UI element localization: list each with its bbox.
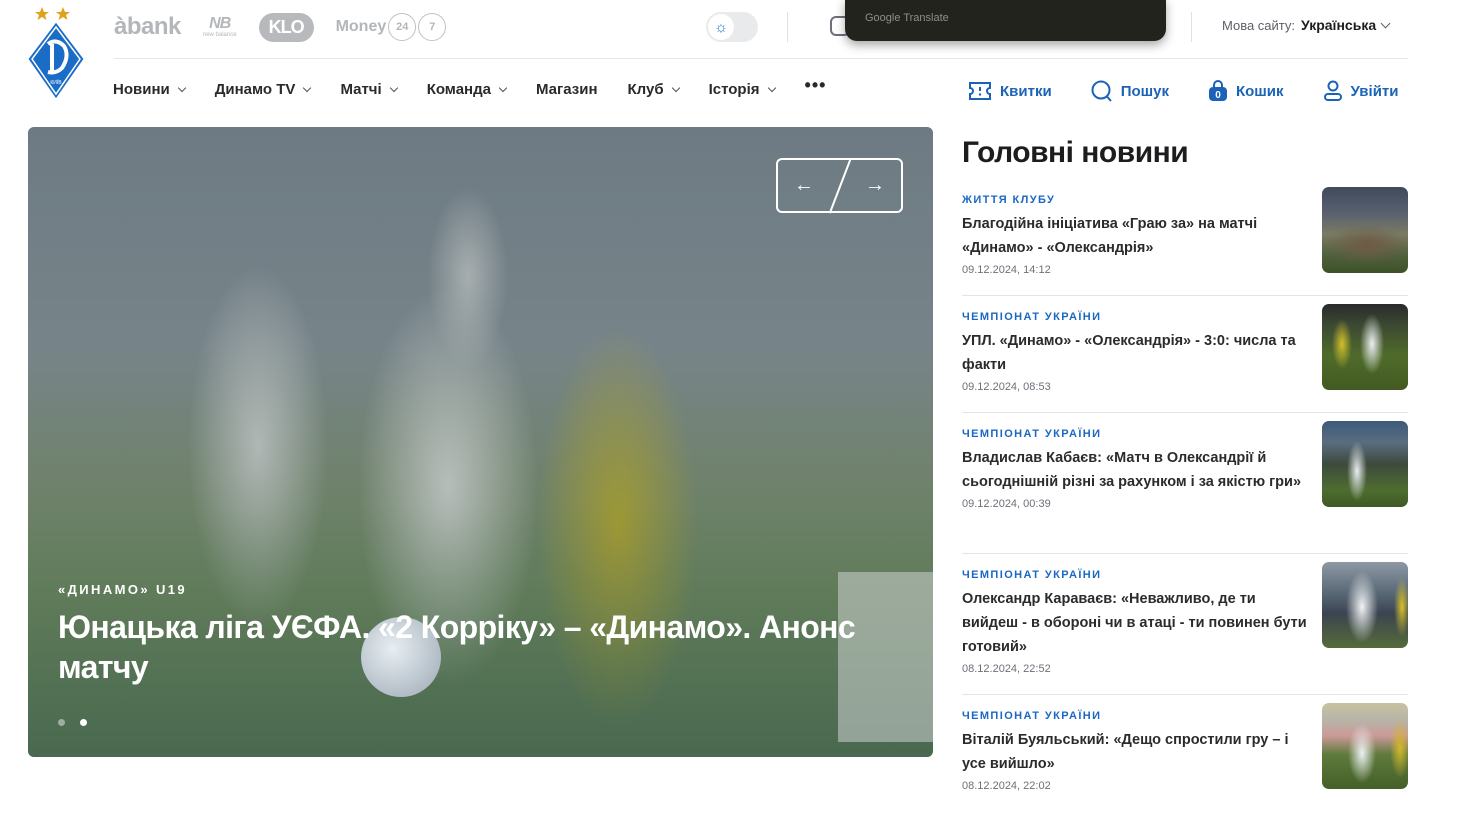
sponsor-money24-7[interactable]: Money 24 7 (336, 13, 447, 41)
nav-label: Новини (113, 81, 170, 98)
nav-item-dynamo-tv[interactable]: Динамо TV (214, 81, 312, 98)
user-icon (1323, 80, 1342, 101)
nav-label: Магазин (535, 81, 598, 98)
sponsors-bar: àbank NB new balance KLO Money 24 7 (114, 10, 447, 44)
sponsor-klo[interactable]: KLO (258, 12, 314, 42)
header-divider (114, 58, 1408, 59)
nav-item-history[interactable]: Історія (708, 81, 776, 98)
hero-category[interactable]: «ДИНАМО» U19 (58, 582, 187, 597)
nav-label: Команда (426, 81, 491, 98)
divider (962, 295, 1408, 296)
news-title[interactable]: Владислав Кабаєв: «Матч в Олександрії й … (962, 446, 1307, 494)
nav-item-team[interactable]: Команда (426, 81, 508, 98)
hero-title[interactable]: Юнацька ліга УЄФА. «2 Корріку» – «Динамо… (58, 607, 888, 687)
nav-label: Динамо TV (214, 81, 296, 98)
cart-button[interactable]: 0 Кошик (1208, 80, 1284, 102)
news-thumbnail[interactable] (1322, 304, 1408, 390)
slide-dot-1[interactable] (58, 719, 65, 726)
divider (962, 694, 1408, 695)
search-button[interactable]: Пошук (1091, 80, 1169, 102)
chevron-down-icon (303, 83, 312, 92)
search-label: Пошук (1120, 82, 1169, 100)
login-button[interactable]: Увійти (1323, 80, 1399, 102)
language-selector[interactable]: Мова сайту: Українська (1222, 17, 1391, 33)
news-item[interactable]: ЧЕМПІОНАТ УКРАЇНИ УПЛ. «Динамо» - «Олекс… (962, 304, 1408, 413)
slide-dot-2-active[interactable] (80, 719, 87, 726)
news-title[interactable]: Віталій Буяльський: «Дещо спростили гру … (962, 728, 1307, 776)
news-thumbnail[interactable] (1322, 703, 1408, 789)
chevron-down-icon (671, 83, 680, 92)
nav-label: Матчі (340, 81, 382, 98)
cart-bag-icon: 0 (1208, 80, 1227, 101)
news-item[interactable]: ЖИТТЯ КЛУБУ Благодійна ініціатива «Граю … (962, 187, 1408, 296)
sun-icon: ☼ (708, 14, 734, 40)
chevron-down-icon (177, 83, 186, 92)
cart-label: Кошик (1235, 82, 1284, 100)
login-label: Увійти (1350, 82, 1399, 100)
news-thumbnail[interactable] (1322, 421, 1408, 507)
sponsor-new-balance[interactable]: NB new balance (203, 16, 237, 39)
news-date: 08.12.2024, 22:52 (962, 663, 1051, 675)
chevron-down-icon (389, 83, 398, 92)
news-item[interactable]: ЧЕМПІОНАТ УКРАЇНИ Владислав Кабаєв: «Мат… (962, 421, 1408, 554)
theme-toggle[interactable]: ☼ (706, 12, 758, 42)
divider (962, 412, 1408, 413)
main-nav: Новини Динамо TV Матчі Команда Магазин К… (113, 75, 856, 98)
language-label: Мова сайту: (1222, 17, 1296, 33)
nav-item-club[interactable]: Клуб (627, 81, 680, 98)
tickets-label: Квитки (1000, 82, 1052, 100)
dynamo-crest-icon: КИЇВ (27, 7, 85, 100)
slash-divider (828, 159, 851, 214)
club-logo[interactable]: КИЇВ (26, 4, 86, 100)
news-thumbnail[interactable] (1322, 187, 1408, 273)
arrow-right-icon[interactable]: → (865, 174, 885, 197)
more-menu-icon[interactable]: ••• (805, 75, 827, 96)
news-thumbnail[interactable] (1322, 562, 1408, 648)
svg-text:КИЇВ: КИЇВ (50, 79, 62, 86)
google-translate-label: Google Translate (865, 12, 949, 24)
nav-label: Клуб (627, 81, 664, 98)
tickets-button[interactable]: Квитки (968, 81, 1052, 101)
divider (962, 553, 1408, 554)
slider-pagination (58, 719, 87, 726)
news-title[interactable]: УПЛ. «Динамо» - «Олександрія» - 3:0: чис… (962, 329, 1307, 377)
nav-item-matches[interactable]: Матчі (340, 81, 398, 98)
news-item[interactable]: ЧЕМПІОНАТ УКРАЇНИ Віталій Буяльський: «Д… (962, 703, 1408, 792)
chevron-down-icon (1380, 18, 1391, 28)
news-title[interactable]: Благодійна ініціатива «Граю за» на матчі… (962, 212, 1307, 260)
divider (1191, 12, 1192, 42)
cart-count: 0 (1215, 90, 1221, 101)
nav-item-news[interactable]: Новини (113, 81, 186, 98)
language-value: Українська (1301, 17, 1377, 33)
search-icon (1091, 80, 1112, 102)
news-item[interactable]: ЧЕМПІОНАТ УКРАЇНИ Олександр Караваєв: «Н… (962, 562, 1408, 695)
news-title[interactable]: Олександр Караваєв: «Неважливо, де ти ви… (962, 587, 1307, 659)
ticket-icon (969, 82, 991, 100)
top-news-title: Головні новини (962, 136, 1189, 169)
google-translate-popup[interactable]: Google Translate (845, 0, 1166, 41)
header-actions: Квитки Пошук 0 Кошик Увійти (968, 80, 1398, 102)
slider-controls: ← → (776, 158, 903, 214)
divider (787, 12, 788, 42)
chevron-down-icon (767, 83, 776, 92)
nav-label: Історія (708, 81, 760, 98)
chevron-down-icon (498, 83, 508, 92)
sponsor-abank[interactable]: àbank (114, 13, 181, 41)
hero-slider[interactable]: ← → «ДИНАМО» U19 Юнацька ліга УЄФА. «2 К… (28, 127, 933, 757)
nav-item-shop[interactable]: Магазин (536, 81, 598, 98)
arrow-left-icon[interactable]: ← (794, 174, 814, 197)
